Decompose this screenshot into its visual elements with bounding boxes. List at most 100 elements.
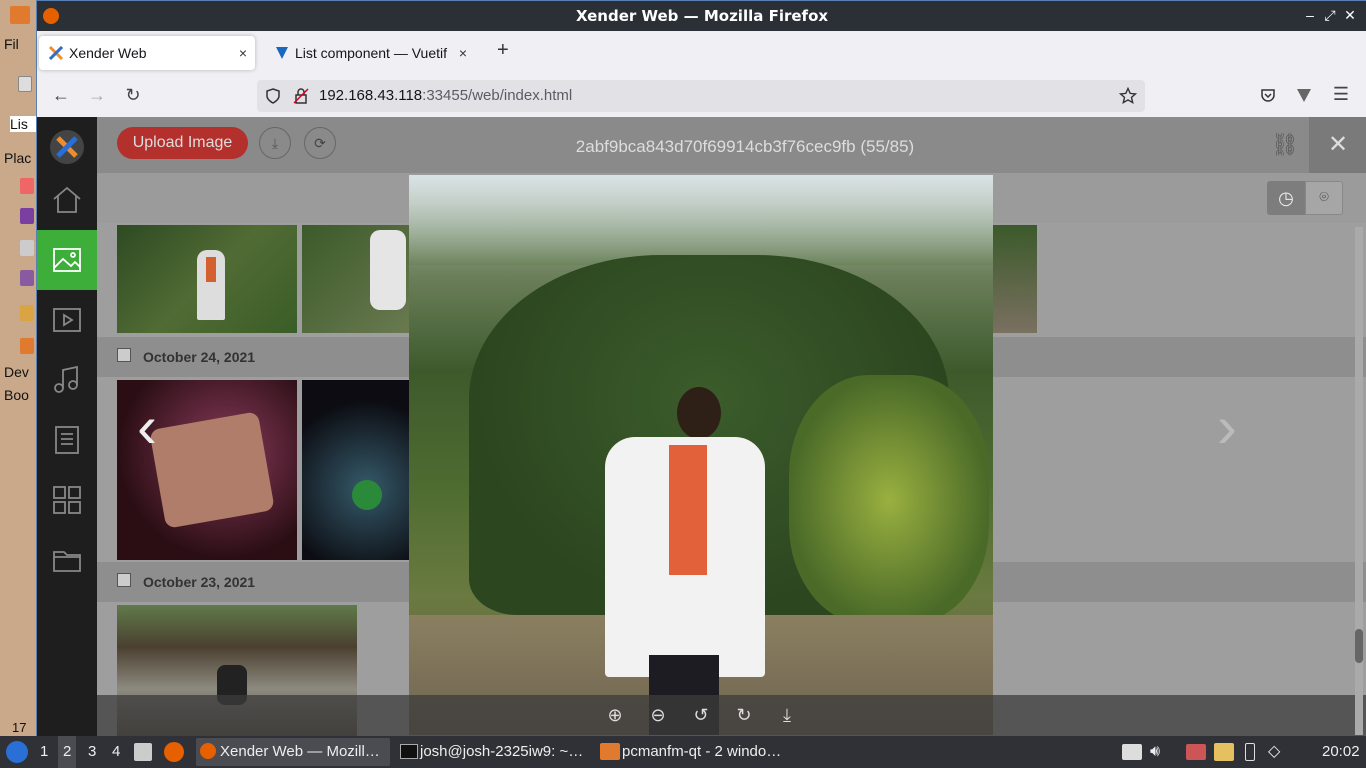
firefox-launcher-icon[interactable] [164, 742, 184, 762]
desktop-icon[interactable] [18, 76, 32, 92]
desktop-label: Dev [4, 364, 29, 380]
viewer-toolbar: ⊕ ⊖ ↺ ↻ ⤓ [97, 695, 1366, 737]
tab-xender-web[interactable]: Xender Web × [39, 36, 255, 70]
viewer-photo [409, 175, 993, 735]
download-photo-icon[interactable]: ⤓ [775, 703, 799, 727]
url-path: :33455/web/index.html [422, 87, 573, 104]
back-icon[interactable]: ← [49, 85, 73, 106]
vuetify-extension-icon[interactable] [1296, 87, 1312, 103]
sort-by-app-icon[interactable]: ⌾ [1305, 181, 1343, 215]
battery-icon[interactable] [1245, 743, 1255, 761]
refresh-icon[interactable]: ⟳ [304, 127, 336, 159]
photo-thumbnail[interactable] [302, 225, 409, 333]
group-date: October 24, 2021 [143, 349, 256, 365]
taskbar-item-firefox[interactable]: Xender Web — Mozill… [196, 738, 390, 766]
menu-icon[interactable]: ☰ [1329, 84, 1353, 105]
file-manager-launcher-icon[interactable] [134, 743, 152, 761]
upload-image-button[interactable]: Upload Image [117, 127, 248, 159]
desktop-label: Plac [4, 150, 32, 166]
photo-thumbnail[interactable] [302, 380, 409, 560]
group-date: October 23, 2021 [143, 574, 256, 590]
url-bar[interactable]: 192.168.43.118:33455/web/index.html [257, 80, 1145, 112]
xender-favicon-icon [48, 45, 64, 61]
home-icon[interactable] [37, 170, 97, 230]
desktop-icon[interactable] [20, 240, 34, 256]
documents-icon[interactable] [37, 410, 97, 470]
select-group-checkbox[interactable] [117, 573, 131, 587]
tab-bar: Xender Web × List component — Vuetif × + [37, 31, 1366, 75]
zoom-in-icon[interactable]: ⊕ [603, 703, 627, 727]
taskbar-item-label: pcmanfm-qt - 2 windo… [622, 743, 782, 760]
desktop-icon[interactable] [20, 270, 34, 286]
tab-label: Xender Web [69, 45, 147, 61]
close-viewer-button[interactable]: ✕ [1309, 117, 1366, 173]
firefox-icon [43, 8, 59, 24]
title-bar: Xender Web — Mozilla Firefox – ⤢ ✕ [37, 1, 1366, 31]
start-menu-icon[interactable] [6, 741, 28, 763]
images-icon[interactable] [37, 230, 97, 290]
rotate-right-icon[interactable]: ↻ [732, 703, 756, 727]
previous-photo-icon[interactable]: ‹ [137, 387, 177, 467]
new-tab-button[interactable]: + [497, 39, 509, 62]
videos-icon[interactable] [37, 290, 97, 350]
shield-icon[interactable] [265, 88, 281, 104]
workspace-3[interactable]: 3 [88, 736, 96, 768]
desktop-icon[interactable] [20, 338, 34, 354]
apps-icon[interactable] [37, 470, 97, 530]
workspace-4[interactable]: 4 [112, 736, 120, 768]
reload-icon[interactable]: ↻ [121, 85, 145, 106]
xender-logo[interactable] [37, 117, 97, 177]
file-manager-icon[interactable] [10, 6, 30, 24]
drive-icon[interactable] [1122, 744, 1142, 760]
desktop-label: Boo [4, 387, 29, 403]
taskbar-item-pcmanfm[interactable]: pcmanfm-qt - 2 windo… [598, 738, 794, 766]
taskbar-item-terminal[interactable]: josh@josh-2325iw9: ~… [396, 738, 592, 766]
url-host: 192.168.43.118 [319, 87, 423, 104]
folder-icon[interactable] [37, 530, 97, 590]
desktop-icon[interactable] [20, 178, 34, 194]
rotate-left-icon[interactable]: ↺ [689, 703, 713, 727]
link-icon[interactable]: ⛓ [1267, 127, 1303, 163]
zoom-out-icon[interactable]: ⊖ [646, 703, 670, 727]
next-photo-icon[interactable]: › [1217, 387, 1257, 467]
maximize-icon[interactable]: ⤢ [1321, 7, 1339, 24]
bookmark-star-icon[interactable] [1119, 87, 1137, 105]
tray-app-icon[interactable] [1186, 744, 1206, 760]
workspace-2[interactable]: 2 [58, 736, 77, 768]
photo-thumbnail[interactable] [993, 225, 1037, 333]
window-title: Xender Web — Mozilla Firefox [575, 7, 829, 25]
sidebar [37, 117, 97, 737]
firefox-icon [200, 743, 216, 759]
desktop-background: Fil Lis Plac Dev Boo 17 [0, 0, 36, 736]
sort-by-time-icon[interactable]: ◷ [1267, 181, 1305, 215]
viewer-title: 2abf9bca843d70f69914cb3f76cec9fb (55/85) [575, 137, 915, 156]
desktop-label: Lis [10, 116, 36, 132]
vuetify-favicon-icon [276, 47, 288, 59]
taskbar: 1 2 3 4 Xender Web — Mozill… josh@josh-2… [0, 736, 1366, 768]
xender-app: Upload Image ⤓ ⟳ ⛓ ✕ ◷ ⌾ October 24, 202… [37, 117, 1366, 737]
close-tab-icon[interactable]: × [459, 36, 467, 70]
select-group-checkbox[interactable] [117, 348, 131, 362]
volume-icon[interactable]: 🔊︎ [1150, 736, 1160, 768]
desktop-icon[interactable] [20, 305, 34, 321]
desktop-icon[interactable] [20, 208, 34, 224]
close-window-icon[interactable]: ✕ [1341, 7, 1359, 24]
insecure-lock-icon[interactable] [293, 88, 309, 104]
clock: 20:02 [1322, 743, 1360, 760]
workspace-1[interactable]: 1 [40, 736, 48, 768]
pocket-icon[interactable] [1260, 87, 1276, 103]
download-icon[interactable]: ⤓ [259, 127, 291, 159]
wifi-icon[interactable]: ◇ [1268, 736, 1280, 768]
tab-vuetify[interactable]: List component — Vuetif × [265, 36, 475, 70]
minimize-icon[interactable]: – [1301, 7, 1319, 23]
scrollbar-track[interactable] [1355, 227, 1363, 735]
desktop-label: 17 [12, 720, 27, 735]
music-icon[interactable] [37, 350, 97, 410]
photo-thumbnail[interactable] [117, 225, 297, 333]
tab-label: List component — Vuetif [295, 45, 448, 61]
clipboard-icon[interactable] [1214, 743, 1234, 761]
close-tab-icon[interactable]: × [239, 36, 247, 70]
scrollbar-thumb[interactable] [1355, 629, 1363, 663]
taskbar-item-label: Xender Web — Mozill… [220, 743, 380, 760]
forward-icon[interactable]: → [85, 85, 109, 106]
